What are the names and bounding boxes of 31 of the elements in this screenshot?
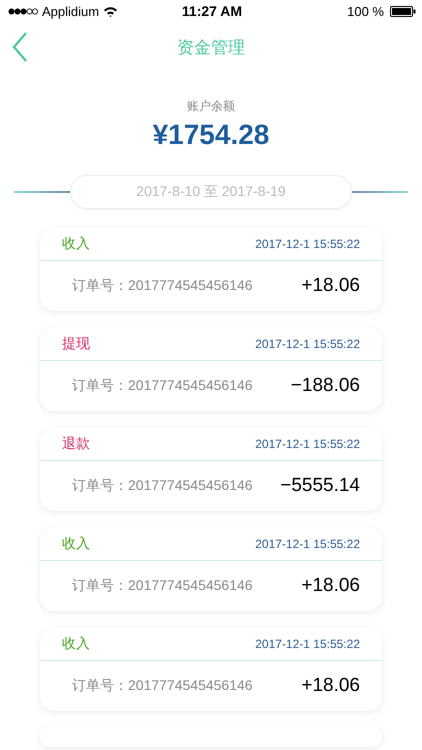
wifi-icon: [103, 6, 118, 16]
record-amount: −5555.14: [280, 475, 360, 497]
battery-icon: [390, 6, 416, 16]
record-type: 提现: [62, 334, 90, 352]
battery-percent: 100 %: [347, 4, 384, 18]
carrier-name: Applidium: [42, 4, 100, 18]
record-time: 2017-12-1 15:55:22: [255, 336, 360, 350]
record-type: 收入: [62, 234, 90, 252]
record-time: 2017-12-1 15:55:22: [255, 636, 360, 650]
record-type: 收入: [62, 534, 90, 552]
record-time: 2017-12-1 15:55:22: [255, 236, 360, 250]
order-number: 订单号：2017774545456146: [72, 477, 253, 495]
date-range-button[interactable]: 2017-8-10 至 2017-8-19: [70, 175, 352, 209]
chevron-left-icon: [12, 32, 28, 62]
page-title: 资金管理: [177, 36, 245, 58]
record-amount: +18.06: [301, 575, 360, 597]
order-number: 订单号：2017774545456146: [72, 377, 253, 395]
balance-amount: ¥1754.28: [152, 119, 270, 151]
record-time: 2017-12-1 15:55:22: [255, 536, 360, 550]
record-amount: +18.06: [301, 675, 360, 697]
record-amount: −188.06: [290, 375, 360, 397]
record-type: 退款: [62, 434, 90, 452]
status-time: 11:27 AM: [182, 3, 242, 19]
record-type: 收入: [62, 634, 90, 652]
order-number: 订单号：2017774545456146: [72, 277, 253, 295]
balance-label: 账户余额: [187, 98, 235, 115]
order-number: 订单号：2017774545456146: [72, 577, 253, 595]
record-amount: +18.06: [301, 275, 360, 297]
signal-icon: [8, 8, 38, 14]
record-time: 2017-12-1 15:55:22: [255, 436, 360, 450]
order-number: 订单号：2017774545456146: [72, 677, 253, 695]
